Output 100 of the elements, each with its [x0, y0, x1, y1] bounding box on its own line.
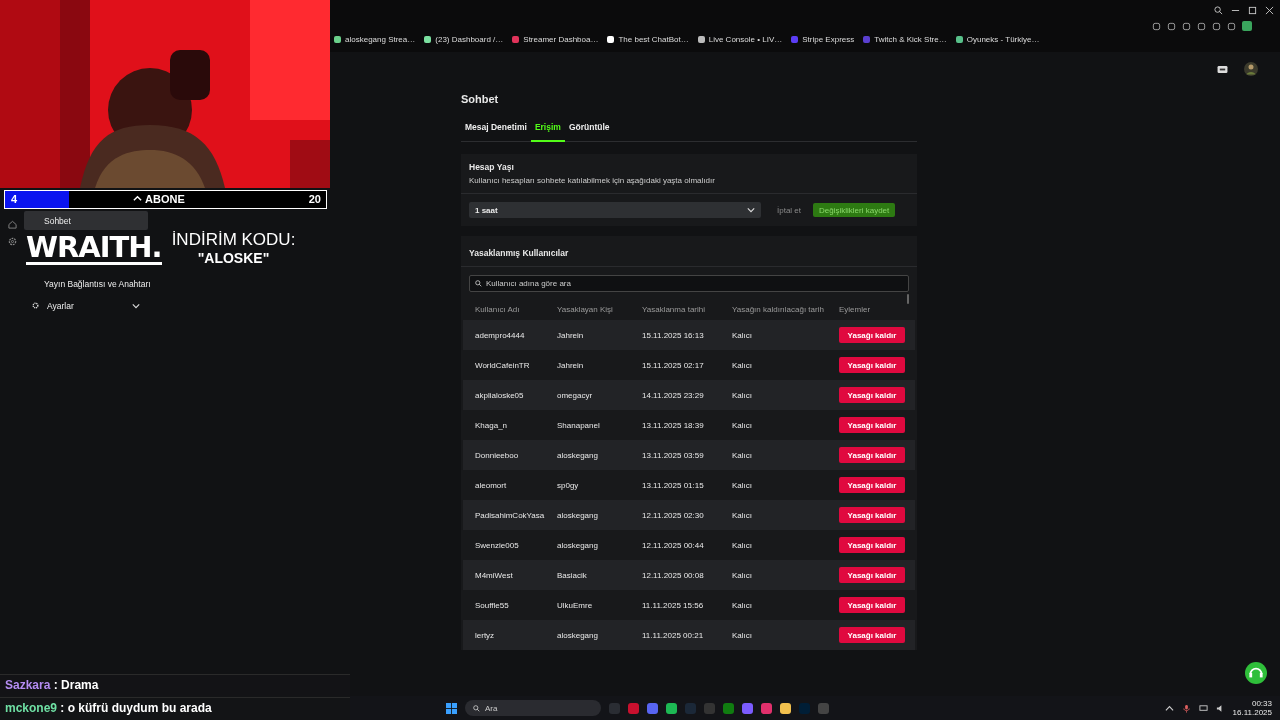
- app-icon[interactable]: [666, 702, 677, 714]
- search-icon: [473, 705, 480, 712]
- clock-time: 00:33: [1251, 699, 1272, 708]
- table-cell-text: aloskegang: [557, 630, 599, 640]
- scrollbar[interactable]: [907, 294, 909, 304]
- start-icon[interactable]: [446, 702, 457, 714]
- home-icon[interactable]: [7, 220, 17, 229]
- search-field[interactable]: Kullanıcı adına göre ara: [469, 275, 909, 292]
- table-cell-text: Jahrein: [557, 330, 585, 340]
- close-icon[interactable]: [1265, 5, 1274, 15]
- table-cell-text: aloskegang: [557, 510, 599, 520]
- table-cell-text: Kalıcı: [732, 390, 753, 400]
- table-cell-text: Souffle55: [475, 600, 510, 610]
- goal-current: 4: [11, 193, 18, 205]
- bookmark[interactable]: aloskegang Strea…: [334, 35, 416, 44]
- sidebar-item[interactable]: Ayarlar: [24, 296, 148, 315]
- table-cell-text: 15.11.2025 16:13: [642, 330, 705, 340]
- section-title: Hesap Yaşı: [469, 162, 515, 172]
- chevron-icon[interactable]: [1164, 703, 1174, 713]
- help-icon[interactable]: [1245, 662, 1267, 684]
- table-cell-text: aloskegang: [557, 540, 599, 550]
- bookmark[interactable]: (23) Dashboard /…: [424, 35, 504, 44]
- bookmark[interactable]: The best ChatBot…: [607, 35, 689, 44]
- table-cell-text: 12.11.2025 02:30: [642, 510, 705, 520]
- table-cell-text: 12.11.2025 00:08: [642, 570, 705, 580]
- section-description: Kullanıcı hesapları sohbete katılabilmek için aşağıdaki yaşta olmalıdır: [469, 176, 716, 185]
- bookmark[interactable]: Live Console • LIV…: [697, 35, 783, 44]
- app-icon[interactable]: [780, 702, 791, 714]
- table-cell-text: Kalıcı: [732, 510, 753, 520]
- unban-button[interactable]: Yasağı kaldır: [839, 627, 905, 643]
- caret-icon: [133, 194, 142, 203]
- tab[interactable]: Görüntüle: [564, 122, 614, 142]
- maximize-icon[interactable]: [1248, 5, 1257, 15]
- table-cell-text: Shanapanel: [557, 420, 601, 430]
- promo-line: İNDİRİM KODU:: [171, 230, 296, 250]
- unban-button[interactable]: Yasağı kaldır: [839, 387, 905, 403]
- sidebar-item[interactable]: Sohbet: [24, 211, 148, 230]
- unban-button[interactable]: Yasağı kaldır: [839, 327, 905, 343]
- unban-button[interactable]: Yasağı kaldır: [839, 357, 905, 373]
- table-cell-text: lertyz: [475, 630, 496, 640]
- table-cell-text: omegacyr: [557, 390, 594, 400]
- column-header: Kullanıcı Adı: [475, 304, 521, 314]
- table-cell-text: UlkuEmre: [557, 600, 594, 610]
- table-cell-text: Kalıcı: [732, 480, 753, 490]
- table-cell-text: Kalıcı: [732, 330, 753, 340]
- unban-button[interactable]: Yasağı kaldır: [839, 597, 905, 613]
- table-cell-text: Khaga_n: [475, 420, 509, 430]
- tab[interactable]: Erişim: [530, 122, 565, 142]
- table-cell-text: Swenzie005: [475, 540, 520, 550]
- unban-button[interactable]: Yasağı kaldır: [839, 477, 905, 493]
- table-cell-text: M4miWest: [475, 570, 514, 580]
- bookmark[interactable]: Stripe Express: [791, 35, 855, 44]
- table-cell-text: aleomort: [475, 480, 508, 490]
- age-dropdown[interactable]: 1 saat: [469, 202, 761, 218]
- profile-icon[interactable]: [1242, 21, 1252, 31]
- column-header: Yasağın kaldırılacağı tarih: [732, 304, 825, 314]
- bookmark[interactable]: Twitch & Kick Stre…: [863, 35, 947, 44]
- clock-date: 16.11.2025: [1232, 708, 1272, 717]
- search-icon[interactable]: [1214, 5, 1223, 15]
- settings-icon[interactable]: [7, 237, 17, 246]
- unban-button[interactable]: Yasağı kaldır: [839, 537, 905, 553]
- promo-code: "ALOSKE": [197, 250, 270, 266]
- table-cell-text: Kalıcı: [732, 360, 753, 370]
- taskbar-search-field[interactable]: Ara: [465, 700, 601, 716]
- table-cell-text: 11.11.2025 15:56: [642, 600, 705, 610]
- column-header: Yasaklayan Kişi: [557, 304, 614, 314]
- search-icon: [475, 280, 482, 287]
- table-cell-text: akplialoske05: [475, 390, 525, 400]
- cancel-button[interactable]: İptal et: [773, 205, 805, 215]
- gear-icon: [32, 302, 39, 309]
- brand-logo-text: WRAITH.: [26, 231, 162, 265]
- table-cell-text: Kalıcı: [732, 630, 753, 640]
- chevron-icon: [747, 206, 755, 214]
- microphone-icon[interactable]: [1181, 703, 1191, 713]
- table-cell-text: Kalıcı: [732, 540, 753, 550]
- table-cell-text: WorldCafeinTR: [475, 360, 531, 370]
- unban-button[interactable]: Yasağı kaldır: [839, 417, 905, 433]
- table-cell-text: aloskegang: [557, 450, 599, 460]
- table-cell-text: Kalıcı: [732, 600, 753, 610]
- goal-target: 20: [308, 193, 321, 205]
- table-cell-text: PadisahimCokYasa: [475, 510, 546, 520]
- monitor-icon[interactable]: [1198, 703, 1208, 713]
- table-cell-text: Basiacik: [557, 570, 588, 580]
- unban-button[interactable]: Yasağı kaldır: [839, 447, 905, 463]
- unban-button[interactable]: Yasağı kaldır: [839, 507, 905, 523]
- tab[interactable]: Mesaj Denetimi: [461, 122, 531, 142]
- table-cell-text: sp0gy: [557, 480, 580, 490]
- badge-icon[interactable]: [1217, 64, 1228, 74]
- goal-label: ABONE: [145, 193, 185, 205]
- table-cell-text: Donnieeboo: [475, 450, 520, 460]
- table-cell-text: Kalıcı: [732, 420, 753, 430]
- table-cell-text: Kalıcı: [732, 570, 753, 580]
- avatar-icon[interactable]: [1244, 62, 1258, 76]
- unban-button[interactable]: Yasağı kaldır: [839, 567, 905, 583]
- bookmark[interactable]: Streamer Dashboa…: [512, 35, 599, 44]
- table-cell-text: 12.11.2025 00:44: [642, 540, 705, 550]
- page-title: Sohbet: [461, 93, 500, 105]
- sidebar-item[interactable]: Yayın Bağlantısı ve Anahtarı: [24, 274, 148, 293]
- column-header: Eylemler: [839, 304, 872, 314]
- bookmark[interactable]: Oyuneks - Türkiye…: [955, 35, 1040, 44]
